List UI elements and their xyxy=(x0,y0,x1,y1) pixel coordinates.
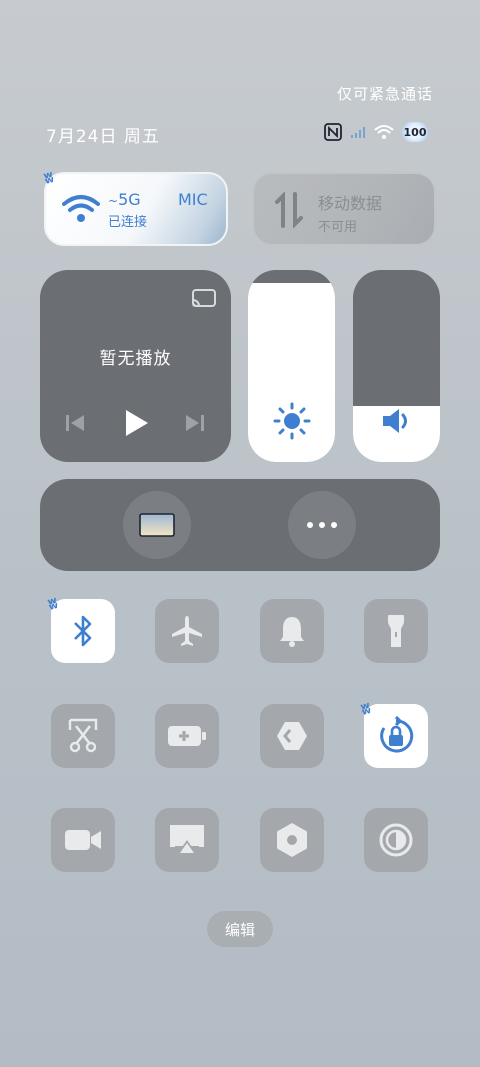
wifi-prefix: ~ xyxy=(108,194,119,208)
hexagon-nut-icon xyxy=(277,823,307,857)
edit-button[interactable]: 编辑 xyxy=(207,911,273,947)
bell-icon xyxy=(280,617,304,647)
brightness-slider[interactable] xyxy=(248,270,335,462)
toggle-flashlight[interactable] xyxy=(364,599,428,663)
toggle-ringer[interactable] xyxy=(260,599,324,663)
toggle-bluetooth[interactable] xyxy=(51,599,115,663)
emergency-call-text: 仅可紧急通话 xyxy=(336,85,433,103)
media-status: 暂无播放 xyxy=(99,349,172,369)
cast-icon[interactable] xyxy=(191,288,217,308)
airplane-icon xyxy=(172,616,202,646)
more-dots-icon xyxy=(307,522,337,528)
toggle-screen-cast[interactable] xyxy=(155,808,219,872)
butterfly-decoration-icon: ʬ xyxy=(41,167,56,188)
battery-level: 100 xyxy=(403,125,427,139)
flashlight-icon xyxy=(388,615,404,647)
status-icons: 100 xyxy=(324,122,428,142)
wifi-status: 已连接 xyxy=(108,215,148,230)
battery-plus-icon xyxy=(168,726,206,746)
mobile-data-title: 移动数据 xyxy=(318,194,383,213)
toggle-developer-shortcut[interactable] xyxy=(260,704,324,768)
date-text: 7月24日 周五 xyxy=(46,127,160,147)
scissors-icon xyxy=(68,718,98,753)
wifi-tile[interactable]: ʬ ~5G 已连接 MIC xyxy=(42,167,228,246)
wallpaper-shortcut-button[interactable] xyxy=(123,491,191,559)
butterfly-decoration-icon: ʬ xyxy=(45,593,60,614)
butterfly-decoration-icon: ʬ xyxy=(358,698,373,719)
rotation-lock-icon xyxy=(380,716,414,753)
previous-track-icon[interactable] xyxy=(64,412,86,434)
mobile-data-status: 不可用 xyxy=(318,220,358,235)
battery-icon: 100 xyxy=(402,122,428,142)
code-arrow-icon xyxy=(277,722,307,750)
contrast-icon xyxy=(379,823,413,857)
wifi-network-name: MIC xyxy=(178,190,208,209)
sun-icon xyxy=(273,402,311,440)
volume-slider[interactable] xyxy=(353,270,440,462)
nfc-icon xyxy=(324,123,342,141)
wifi-icon xyxy=(374,125,394,139)
toggle-battery-saver[interactable] xyxy=(155,704,219,768)
mobile-data-tile[interactable]: 移动数据 不可用 xyxy=(252,172,436,246)
bluetooth-icon xyxy=(74,615,92,647)
data-transfer-icon xyxy=(275,192,303,228)
toggle-settings[interactable] xyxy=(260,808,324,872)
media-player: 暂无播放 xyxy=(40,270,231,462)
speaker-icon xyxy=(383,409,407,433)
toggle-dark-mode[interactable] xyxy=(364,808,428,872)
wifi-icon xyxy=(62,195,100,222)
toggle-airplane-mode[interactable] xyxy=(155,599,219,663)
shortcuts-panel xyxy=(40,479,440,571)
video-camera-icon xyxy=(65,830,101,850)
more-shortcuts-button[interactable] xyxy=(288,491,356,559)
toggle-screenshot[interactable] xyxy=(51,704,115,768)
signal-icon xyxy=(351,127,365,138)
airplay-icon xyxy=(170,825,204,854)
next-track-icon[interactable] xyxy=(184,412,206,434)
play-icon[interactable] xyxy=(122,408,150,438)
wallpaper-icon xyxy=(139,513,175,537)
toggle-rotation-lock[interactable] xyxy=(364,704,428,768)
toggle-screen-record[interactable] xyxy=(51,808,115,872)
wifi-band: 5G xyxy=(118,190,141,209)
